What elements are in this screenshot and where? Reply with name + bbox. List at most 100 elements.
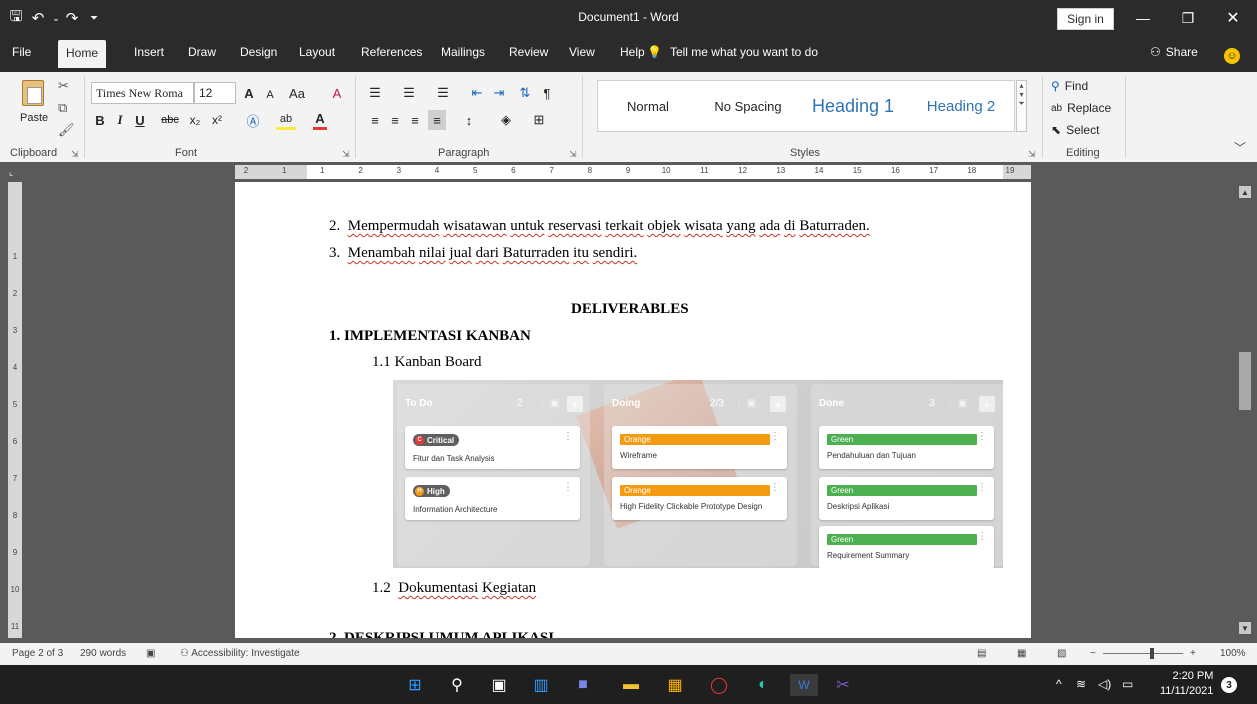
- chevron-down-icon[interactable]: ▾: [1017, 90, 1026, 99]
- zoom-level[interactable]: 100%: [1220, 648, 1246, 659]
- style-heading-2[interactable]: Heading 2: [908, 81, 1014, 131]
- align-center-icon[interactable]: ≡: [386, 110, 404, 130]
- tab-file[interactable]: File: [12, 45, 31, 59]
- line-spacing-icon[interactable]: ↕: [460, 110, 478, 130]
- tab-review[interactable]: Review: [509, 45, 548, 59]
- font-color-button[interactable]: A: [313, 110, 327, 130]
- style-normal[interactable]: Normal: [598, 81, 698, 131]
- scroll-thumb[interactable]: [1239, 352, 1251, 410]
- store-icon[interactable]: ▦: [664, 674, 686, 696]
- minimize-button[interactable]: —: [1120, 0, 1166, 36]
- tab-draw[interactable]: Draw: [188, 45, 216, 59]
- bullets-icon[interactable]: ☰: [366, 83, 384, 103]
- copy-icon[interactable]: ⧉: [58, 100, 67, 116]
- change-case-button[interactable]: Aa: [286, 83, 308, 103]
- style-no-spacing[interactable]: No Spacing: [698, 81, 798, 131]
- superscript-button[interactable]: x²: [208, 110, 226, 130]
- windows-start-icon[interactable]: ⊞: [404, 674, 426, 696]
- widgets-icon[interactable]: ▥: [530, 674, 552, 696]
- text-effects-icon[interactable]: Ⓐ: [245, 110, 261, 130]
- tab-selector-icon[interactable]: ⌞: [9, 167, 19, 177]
- highlight-button[interactable]: ab: [276, 110, 296, 130]
- restore-button[interactable]: ❐: [1165, 0, 1211, 36]
- battery-icon[interactable]: ▭: [1122, 677, 1133, 691]
- web-layout-icon[interactable]: ▧: [1057, 648, 1066, 659]
- tab-mailings[interactable]: Mailings: [441, 45, 485, 59]
- word-icon[interactable]: W: [790, 674, 818, 696]
- zoom-slider-handle[interactable]: [1150, 648, 1154, 659]
- align-right-icon[interactable]: ≡: [406, 110, 424, 130]
- sign-in-button[interactable]: Sign in: [1057, 8, 1114, 30]
- numbering-icon[interactable]: ☰: [400, 83, 418, 103]
- replace-button[interactable]: ab Replace: [1051, 101, 1111, 115]
- tell-me-box[interactable]: 💡 Tell me what you want to do: [647, 45, 818, 59]
- tab-home[interactable]: Home: [58, 40, 107, 68]
- chevron-up-icon[interactable]: ^: [1056, 677, 1062, 691]
- horizontal-ruler[interactable]: 2 1 1 2 3 4 5 6 7 8 9 10 11 12 13 14 15 16 17 18 19: [235, 165, 1031, 179]
- italic-button[interactable]: I: [113, 110, 127, 130]
- tab-layout[interactable]: Layout: [299, 45, 335, 59]
- underline-button[interactable]: U: [133, 110, 147, 130]
- shrink-font-icon[interactable]: A: [264, 85, 276, 105]
- justify-icon[interactable]: ≡: [428, 110, 446, 130]
- tab-design[interactable]: Design: [240, 45, 277, 59]
- tab-view[interactable]: View: [569, 45, 595, 59]
- find-button[interactable]: ⚲ Find: [1051, 79, 1088, 93]
- grow-font-icon[interactable]: A: [242, 83, 256, 103]
- task-view-icon[interactable]: ▣: [488, 674, 510, 696]
- clear-formatting-icon[interactable]: A: [330, 83, 344, 103]
- strikethrough-button[interactable]: abc: [158, 110, 182, 130]
- document-page[interactable]: 2. Mempermudah wisatawan untuk reservasi…: [235, 182, 1031, 638]
- close-button[interactable]: ✕: [1210, 0, 1256, 36]
- clock[interactable]: 2:20 PM 11/11/2021: [1160, 669, 1213, 699]
- snipping-tool-icon[interactable]: ✂: [832, 674, 854, 696]
- zoom-slider[interactable]: [1103, 653, 1183, 654]
- increase-indent-icon[interactable]: ⇥: [490, 83, 508, 103]
- font-launcher-icon[interactable]: ⇲: [342, 149, 350, 160]
- styles-scroll[interactable]: ▴ ▾ ⏷: [1016, 80, 1027, 132]
- wifi-icon[interactable]: ≋: [1076, 677, 1086, 691]
- chat-icon[interactable]: ■: [572, 674, 594, 696]
- page-indicator[interactable]: Page 2 of 3: [12, 648, 63, 659]
- paragraph-launcher-icon[interactable]: ⇲: [569, 149, 577, 160]
- clipboard-launcher-icon[interactable]: ⇲: [71, 149, 79, 160]
- share-button[interactable]: ⚇ Share: [1150, 45, 1198, 59]
- borders-icon[interactable]: ⊞: [530, 110, 548, 130]
- subscript-button[interactable]: x₂: [186, 110, 204, 130]
- collapse-ribbon-icon[interactable]: ﹀: [1234, 139, 1246, 156]
- format-painter-icon[interactable]: 🖌: [58, 122, 75, 138]
- sort-icon[interactable]: ⇅: [516, 83, 534, 103]
- edge-icon[interactable]: ◐: [752, 674, 774, 696]
- accessibility-status[interactable]: ⚇ Accessibility: Investigate: [180, 648, 300, 659]
- opera-icon[interactable]: ◯: [708, 674, 730, 696]
- file-explorer-icon[interactable]: ▬: [620, 674, 642, 696]
- zoom-out-icon[interactable]: −: [1090, 648, 1096, 659]
- proofing-icon[interactable]: ▣: [146, 648, 155, 659]
- select-button[interactable]: ⬉ Select: [1051, 123, 1099, 137]
- zoom-in-icon[interactable]: +: [1190, 648, 1196, 659]
- style-heading-1[interactable]: Heading 1: [798, 81, 908, 131]
- word-count[interactable]: 290 words: [80, 648, 126, 659]
- font-name-select[interactable]: Times New Roma: [91, 82, 194, 104]
- feedback-smiley-icon[interactable]: ☺: [1224, 48, 1240, 64]
- font-size-select[interactable]: 12: [194, 82, 236, 104]
- vertical-ruler[interactable]: 1 2 3 4 5 6 7 8 9 10 11: [8, 182, 22, 638]
- paste-icon[interactable]: [22, 80, 44, 106]
- shading-icon[interactable]: ◈: [497, 110, 515, 130]
- scroll-up-icon[interactable]: ▲: [1239, 186, 1251, 198]
- styles-launcher-icon[interactable]: ⇲: [1028, 149, 1036, 160]
- bold-button[interactable]: B: [93, 110, 107, 130]
- cut-icon[interactable]: ✂: [58, 78, 69, 94]
- more-styles-icon[interactable]: ⏷: [1017, 99, 1026, 109]
- scroll-down-icon[interactable]: ▼: [1239, 622, 1251, 634]
- vertical-scrollbar[interactable]: ▲ ▼: [1238, 182, 1252, 638]
- volume-icon[interactable]: ◁): [1098, 677, 1111, 691]
- decrease-indent-icon[interactable]: ⇤: [468, 83, 486, 103]
- paste-button[interactable]: Paste: [20, 112, 48, 124]
- show-formatting-button[interactable]: ¶: [540, 83, 554, 103]
- align-left-icon[interactable]: ≡: [366, 110, 384, 130]
- tab-insert[interactable]: Insert: [134, 45, 164, 59]
- print-layout-icon[interactable]: ▦: [1017, 648, 1026, 659]
- tab-references[interactable]: References: [361, 45, 422, 59]
- read-mode-icon[interactable]: ▤: [977, 648, 986, 659]
